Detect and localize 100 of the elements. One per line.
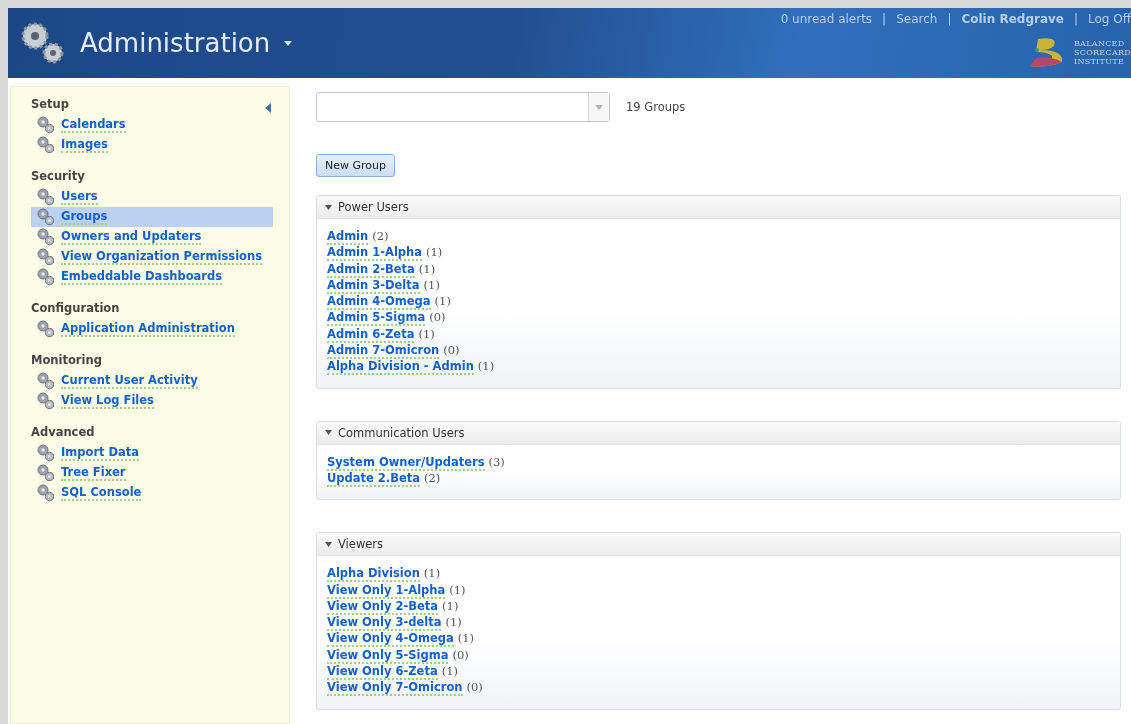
member-count: (1) <box>477 359 495 374</box>
group-panel-header[interactable]: Communication Users <box>317 421 1120 445</box>
sidebar-item[interactable]: Import Data <box>31 443 273 463</box>
sidebar-link[interactable]: Import Data <box>61 445 140 461</box>
page-title[interactable]: Administration <box>80 28 271 58</box>
gears-icon <box>37 228 55 246</box>
group-link[interactable]: System Owner/Updaters <box>327 455 485 471</box>
group-link[interactable]: View Only 7-Omicron <box>327 681 463 697</box>
gears-icon <box>37 484 55 502</box>
sidebar-item[interactable]: Application Administration <box>31 319 273 339</box>
group-panel-header[interactable]: Power Users <box>317 196 1120 219</box>
caret-icon <box>325 541 332 547</box>
sidebar-item[interactable]: Users <box>31 187 273 207</box>
group-title: Power Users <box>338 200 409 214</box>
group-link[interactable]: View Only 2-Beta <box>327 599 439 615</box>
group-link[interactable]: View Only 4-Omega <box>327 632 454 648</box>
sidebar-link[interactable]: Users <box>61 189 98 205</box>
member-count: (1) <box>457 631 475 646</box>
group-link[interactable]: Admin 3-Delta <box>327 278 420 294</box>
member-count: (1) <box>442 598 459 613</box>
sidebar-link[interactable]: SQL Console <box>61 485 142 501</box>
gears-icon <box>37 464 55 482</box>
gears-icon <box>37 372 55 390</box>
group-link[interactable]: Admin 5-Sigma <box>327 311 426 327</box>
group-link[interactable]: Update 2.Beta <box>327 471 421 487</box>
header-link[interactable]: Search <box>896 12 938 26</box>
member-count: (3) <box>488 454 505 469</box>
group-select-field[interactable] <box>316 92 610 122</box>
sidebar-item[interactable]: Owners and Updaters <box>31 227 273 247</box>
group-link[interactable]: View Only 3-delta <box>327 616 442 632</box>
group-title: Viewers <box>338 537 384 552</box>
sidebar-link[interactable]: Embeddable Dashboards <box>61 269 223 285</box>
sidebar-item[interactable]: Embeddable Dashboards <box>31 267 273 287</box>
sidebar-item[interactable]: Groups <box>31 207 273 227</box>
group-title: Communication Users <box>338 425 465 440</box>
section-heading: Security <box>31 169 85 183</box>
member-count: (0) <box>443 343 460 358</box>
gears-icon <box>37 248 55 266</box>
sidebar-link[interactable]: Images <box>61 137 108 153</box>
group-link[interactable]: Alpha Division <box>327 567 420 583</box>
caret-icon <box>325 204 332 210</box>
gears-icon <box>37 268 55 286</box>
collapse-arrow-icon[interactable] <box>265 103 271 113</box>
member-count: (0) <box>466 680 483 695</box>
group-count: 19 Groups <box>626 100 686 114</box>
caret-icon <box>325 430 332 436</box>
group-link[interactable]: View Only 1-Alpha <box>327 583 446 599</box>
dropdown-caret-icon[interactable] <box>284 40 293 46</box>
sidebar-link[interactable]: Tree Fixer <box>61 465 126 481</box>
group-link[interactable]: Alpha Division - Admin <box>327 360 474 376</box>
new-group-button[interactable]: New Group <box>316 154 395 177</box>
logo-text: BALANCED SCORECARD INSTITUTE <box>1073 38 1131 66</box>
group-link[interactable]: Admin 2-Beta <box>327 262 415 278</box>
gears-icon <box>37 136 55 154</box>
member-count: (1) <box>426 245 443 260</box>
group-link[interactable]: Admin 6-Zeta <box>327 327 415 343</box>
header-link[interactable]: 0 unread alerts <box>780 12 873 26</box>
sidebar-link[interactable]: Application Administration <box>61 321 235 337</box>
group-link[interactable]: Admin 7-Omicron <box>327 344 440 360</box>
sidebar-item[interactable]: View Log Files <box>31 391 273 411</box>
section-heading: Advanced <box>31 425 95 439</box>
sidebar-link[interactable]: Owners and Updaters <box>61 229 202 245</box>
member-count: (1) <box>434 294 451 309</box>
group-link[interactable]: Admin 4-Omega <box>327 295 431 311</box>
member-count: (0) <box>452 647 469 662</box>
gears-icon <box>37 116 55 134</box>
member-count: (1) <box>418 326 435 341</box>
sidebar-link[interactable]: View Log Files <box>61 393 154 409</box>
gears-icon <box>37 208 55 226</box>
gears-icon <box>37 320 55 338</box>
gears-icon <box>37 188 55 206</box>
gears-icon <box>37 444 55 462</box>
sidebar-item[interactable]: View Organization Permissions <box>31 247 273 267</box>
sidebar-item[interactable]: Tree Fixer <box>31 463 273 483</box>
member-count: (1) <box>418 261 436 276</box>
group-link[interactable]: Admin <box>327 230 369 245</box>
sidebar-link[interactable]: Current User Activity <box>61 373 198 389</box>
section-heading: Setup <box>31 97 69 111</box>
gears-icon <box>20 20 66 66</box>
sidebar-link[interactable]: Calendars <box>61 117 126 133</box>
group-link[interactable]: Admin 1-Alpha <box>327 246 423 262</box>
section-heading: Configuration <box>31 301 120 315</box>
sidebar-item[interactable]: Images <box>31 135 273 155</box>
gears-icon <box>37 392 55 410</box>
sidebar-item[interactable]: Calendars <box>31 115 273 135</box>
member-count: (1) <box>423 566 441 581</box>
sidebar-item[interactable]: SQL Console <box>31 483 273 503</box>
sidebar-link[interactable]: View Organization Permissions <box>61 249 262 265</box>
group-panel-header[interactable]: Viewers <box>317 533 1120 557</box>
header-link[interactable]: Log Off <box>1088 12 1131 26</box>
user-name-link[interactable]: Colin Redgrave <box>961 12 1064 26</box>
member-count: (2) <box>424 470 441 485</box>
separator: | <box>1074 12 1079 26</box>
member-count: (1) <box>423 277 440 292</box>
member-count: (0) <box>429 310 446 325</box>
sidebar-link[interactable]: Groups <box>61 209 108 225</box>
group-link[interactable]: View Only 6-Zeta <box>327 665 438 681</box>
group-link[interactable]: View Only 5-Sigma <box>327 648 449 664</box>
member-count: (1) <box>449 582 466 597</box>
sidebar-item[interactable]: Current User Activity <box>31 371 273 391</box>
